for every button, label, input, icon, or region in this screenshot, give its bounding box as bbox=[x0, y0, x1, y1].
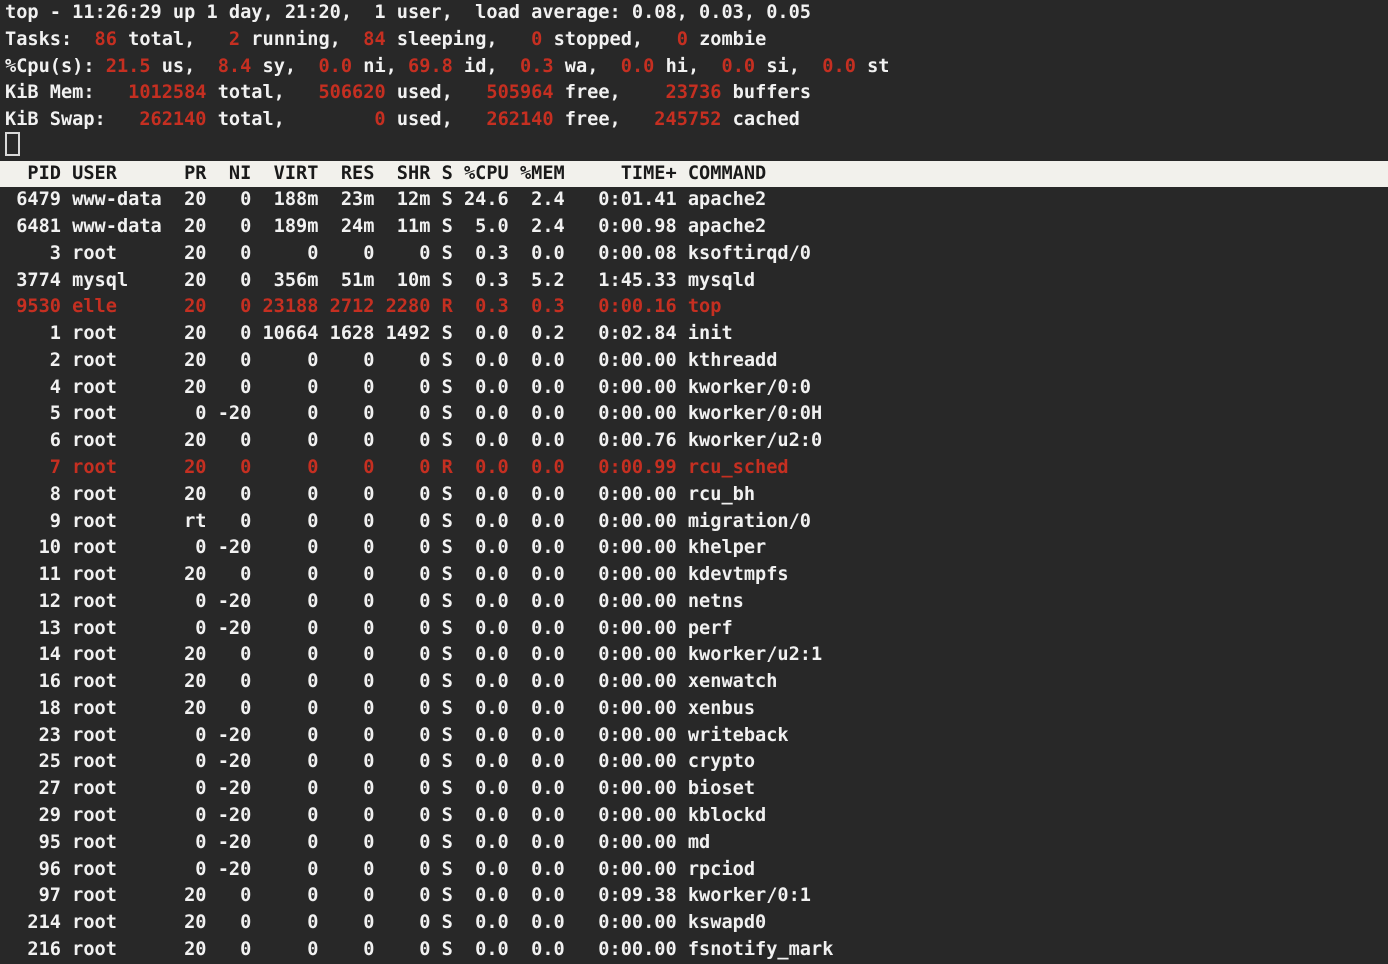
process-row: 18 root 20 0 0 0 0 S 0.0 0.0 0:00.00 xen… bbox=[0, 696, 1388, 723]
process-row: 12 root 0 -20 0 0 0 S 0.0 0.0 0:00.00 ne… bbox=[0, 589, 1388, 616]
text-segment: total, bbox=[207, 109, 285, 130]
process-row: 6479 www-data 20 0 188m 23m 12m S 24.6 2… bbox=[0, 187, 1388, 214]
text-segment: ni, bbox=[352, 56, 397, 77]
text-segment: 0.3 bbox=[498, 56, 554, 77]
text-segment: cached bbox=[721, 109, 799, 130]
text-segment: 262140 bbox=[106, 109, 207, 130]
text-segment: sy, bbox=[251, 56, 296, 77]
process-row: 95 root 0 -20 0 0 0 S 0.0 0.0 0:00.00 md bbox=[0, 830, 1388, 857]
process-row: 5 root 0 -20 0 0 0 S 0.0 0.0 0:00.00 kwo… bbox=[0, 401, 1388, 428]
text-segment: 2 bbox=[195, 29, 240, 50]
text-segment: total, bbox=[117, 29, 195, 50]
process-row: 216 root 20 0 0 0 0 S 0.0 0.0 0:00.00 fs… bbox=[0, 937, 1388, 964]
text-segment: 0.0 bbox=[296, 56, 352, 77]
text-segment: 0 bbox=[285, 109, 386, 130]
process-row: 97 root 20 0 0 0 0 S 0.0 0.0 0:09.38 kwo… bbox=[0, 883, 1388, 910]
process-row: 16 root 20 0 0 0 0 S 0.0 0.0 0:00.00 xen… bbox=[0, 669, 1388, 696]
process-row: 23 root 0 -20 0 0 0 S 0.0 0.0 0:00.00 wr… bbox=[0, 723, 1388, 750]
text-cursor-icon bbox=[5, 132, 20, 156]
text-segment: 84 bbox=[341, 29, 386, 50]
process-row: 1 root 20 0 10664 1628 1492 S 0.0 0.2 0:… bbox=[0, 321, 1388, 348]
process-row: 7 root 20 0 0 0 0 R 0.0 0.0 0:00.99 rcu_… bbox=[0, 455, 1388, 482]
process-table-header: PID USER PR NI VIRT RES SHR S %CPU %MEM … bbox=[0, 161, 1388, 188]
text-segment: 69.8 bbox=[397, 56, 453, 77]
text-segment: KiB Mem: bbox=[5, 82, 95, 103]
terminal-line: KiB Mem: 1012584 total, 506620 used, 505… bbox=[0, 80, 1388, 107]
process-row: 3 root 20 0 0 0 0 S 0.3 0.0 0:00.08 ksof… bbox=[0, 241, 1388, 268]
process-row: 3774 mysql 20 0 356m 51m 10m S 0.3 5.2 1… bbox=[0, 268, 1388, 295]
text-segment: sleeping, bbox=[386, 29, 498, 50]
text-segment: si, bbox=[755, 56, 800, 77]
process-row: 25 root 0 -20 0 0 0 S 0.0 0.0 0:00.00 cr… bbox=[0, 749, 1388, 776]
text-segment: top - 11:26:29 up 1 day, 21:20, 1 user, … bbox=[5, 2, 811, 23]
process-row: 13 root 0 -20 0 0 0 S 0.0 0.0 0:00.00 pe… bbox=[0, 616, 1388, 643]
text-segment: id, bbox=[453, 56, 498, 77]
text-segment: free, bbox=[554, 109, 621, 130]
text-segment: us, bbox=[151, 56, 196, 77]
text-segment: running, bbox=[240, 29, 341, 50]
text-segment: 8.4 bbox=[195, 56, 251, 77]
text-segment: 21.5 bbox=[95, 56, 151, 77]
terminal-line: %Cpu(s): 21.5 us, 8.4 sy, 0.0 ni, 69.8 i… bbox=[0, 54, 1388, 81]
terminal-cursor-line bbox=[0, 134, 1388, 161]
text-segment: hi, bbox=[654, 56, 699, 77]
text-segment: st bbox=[856, 56, 890, 77]
text-segment: used, bbox=[386, 82, 453, 103]
process-row: 27 root 0 -20 0 0 0 S 0.0 0.0 0:00.00 bi… bbox=[0, 776, 1388, 803]
terminal-window[interactable]: top - 11:26:29 up 1 day, 21:20, 1 user, … bbox=[0, 0, 1388, 964]
text-segment: used, bbox=[386, 109, 453, 130]
text-segment: total, bbox=[207, 82, 285, 103]
text-segment: 1012584 bbox=[95, 82, 207, 103]
text-segment: wa, bbox=[554, 56, 599, 77]
text-segment: %Cpu(s): bbox=[5, 56, 95, 77]
process-row: 9530 elle 20 0 23188 2712 2280 R 0.3 0.3… bbox=[0, 294, 1388, 321]
text-segment: 262140 bbox=[453, 109, 554, 130]
process-row: 214 root 20 0 0 0 0 S 0.0 0.0 0:00.00 ks… bbox=[0, 910, 1388, 937]
text-segment: free, bbox=[554, 82, 621, 103]
text-segment: 245752 bbox=[621, 109, 722, 130]
terminal-line: Tasks: 86 total, 2 running, 84 sleeping,… bbox=[0, 27, 1388, 54]
terminal-line: top - 11:26:29 up 1 day, 21:20, 1 user, … bbox=[0, 0, 1388, 27]
text-segment: 0.0 bbox=[699, 56, 755, 77]
summary-lines: top - 11:26:29 up 1 day, 21:20, 1 user, … bbox=[0, 0, 1388, 134]
process-row: 29 root 0 -20 0 0 0 S 0.0 0.0 0:00.00 kb… bbox=[0, 803, 1388, 830]
process-row: 6 root 20 0 0 0 0 S 0.0 0.0 0:00.76 kwor… bbox=[0, 428, 1388, 455]
text-segment: 0 bbox=[498, 29, 543, 50]
process-row: 8 root 20 0 0 0 0 S 0.0 0.0 0:00.00 rcu_… bbox=[0, 482, 1388, 509]
text-segment: 0.0 bbox=[800, 56, 856, 77]
process-row: 11 root 20 0 0 0 0 S 0.0 0.0 0:00.00 kde… bbox=[0, 562, 1388, 589]
text-segment: KiB Swap: bbox=[5, 109, 106, 130]
text-segment: 0.0 bbox=[598, 56, 654, 77]
process-rows: 6479 www-data 20 0 188m 23m 12m S 24.6 2… bbox=[0, 187, 1388, 963]
text-segment: 505964 bbox=[453, 82, 554, 103]
text-segment: 23736 bbox=[621, 82, 722, 103]
text-segment: 506620 bbox=[285, 82, 386, 103]
text-segment: Tasks: bbox=[5, 29, 72, 50]
text-segment: zombie bbox=[688, 29, 766, 50]
process-row: 14 root 20 0 0 0 0 S 0.0 0.0 0:00.00 kwo… bbox=[0, 642, 1388, 669]
text-segment: 86 bbox=[72, 29, 117, 50]
text-segment: buffers bbox=[721, 82, 811, 103]
process-row: 96 root 0 -20 0 0 0 S 0.0 0.0 0:00.00 rp… bbox=[0, 857, 1388, 884]
process-row: 9 root rt 0 0 0 0 S 0.0 0.0 0:00.00 migr… bbox=[0, 509, 1388, 536]
text-segment: stopped, bbox=[542, 29, 643, 50]
terminal-line: KiB Swap: 262140 total, 0 used, 262140 f… bbox=[0, 107, 1388, 134]
text-segment: 0 bbox=[643, 29, 688, 50]
process-row: 4 root 20 0 0 0 0 S 0.0 0.0 0:00.00 kwor… bbox=[0, 375, 1388, 402]
process-row: 6481 www-data 20 0 189m 24m 11m S 5.0 2.… bbox=[0, 214, 1388, 241]
process-row: 2 root 20 0 0 0 0 S 0.0 0.0 0:00.00 kthr… bbox=[0, 348, 1388, 375]
process-row: 10 root 0 -20 0 0 0 S 0.0 0.0 0:00.00 kh… bbox=[0, 535, 1388, 562]
